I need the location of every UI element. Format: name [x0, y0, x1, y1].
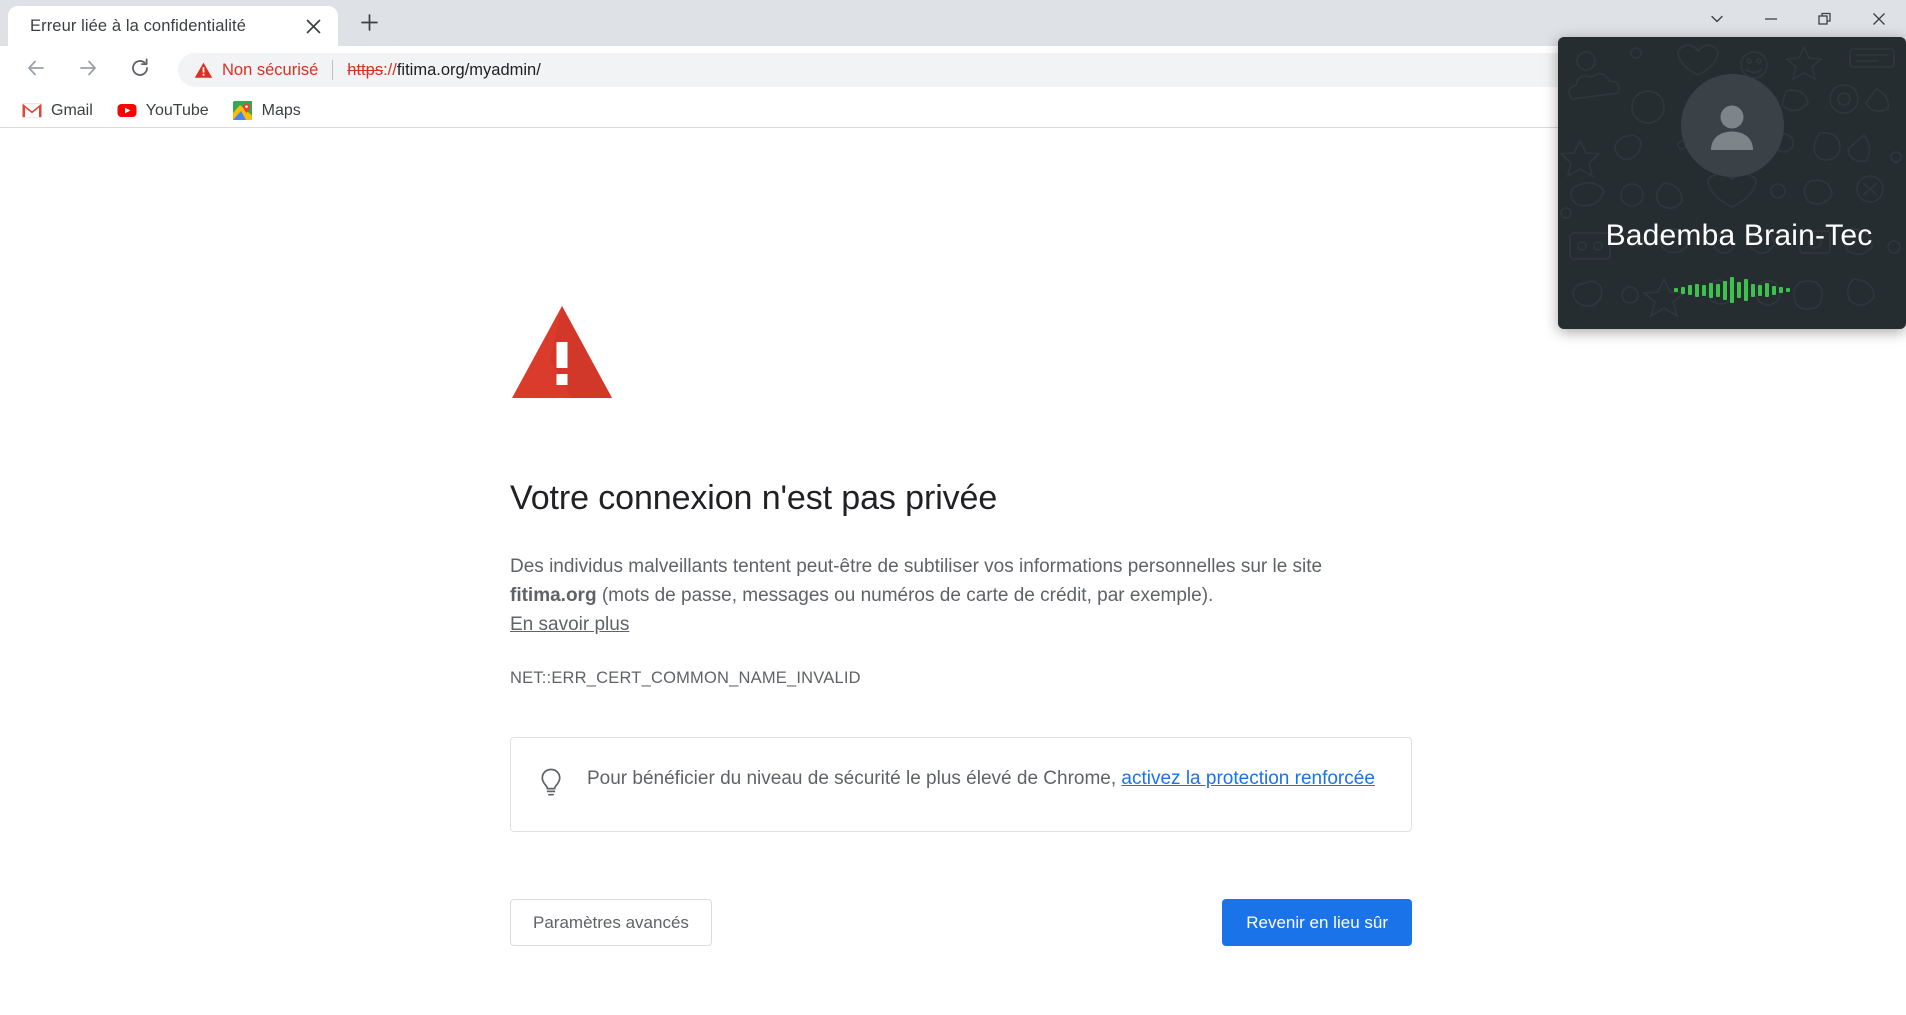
bookmark-gmail[interactable]: Gmail [12, 97, 103, 125]
learn-more-link[interactable]: En savoir plus [510, 614, 629, 636]
url-display: https://fitima.org/myadmin/ [347, 61, 541, 80]
ssl-interstitial: Votre connexion n'est pas privée Des ind… [510, 129, 1412, 947]
audio-waveform-icon [1674, 277, 1790, 303]
minimize-button[interactable] [1744, 0, 1798, 42]
bookmark-maps[interactable]: Maps [223, 97, 311, 125]
action-buttons: Paramètres avancés Revenir en lieu sûr [510, 899, 1412, 947]
forward-button[interactable] [68, 50, 108, 90]
callout-text-before: Pour bénéficier du niveau de sécurité le… [587, 768, 1122, 790]
enhanced-protection-link[interactable]: activez la protection renforcée [1121, 768, 1374, 789]
advanced-settings-button[interactable]: Paramètres avancés [510, 899, 712, 947]
restore-button[interactable] [1798, 0, 1852, 42]
close-icon[interactable] [300, 13, 326, 39]
reload-icon [129, 57, 151, 84]
bookmark-label: Maps [261, 101, 301, 119]
back-button[interactable] [16, 50, 56, 90]
warning-triangle-icon [510, 304, 1412, 405]
page-title: Votre connexion n'est pas privée [510, 479, 998, 517]
new-tab-button[interactable] [350, 6, 388, 44]
enhanced-protection-callout: Pour bénéficier du niveau de sécurité le… [510, 737, 1412, 833]
person-avatar-icon [1711, 105, 1753, 150]
warning-triangle-icon[interactable] [194, 61, 213, 80]
restore-icon [1817, 11, 1833, 32]
chevron-down-icon [1709, 11, 1725, 32]
description-before: Des individus malveillants tentent peut-… [510, 555, 1323, 577]
bookmark-youtube[interactable]: YouTube [107, 97, 219, 125]
arrow-right-icon [77, 57, 99, 84]
affected-domain: fitima.org [510, 584, 597, 606]
caller-name: Bademba Brain-Tec [1605, 219, 1873, 252]
call-overlay-content: Bademba Brain-Tec [1558, 37, 1906, 329]
google-maps-icon [233, 101, 253, 121]
error-description: Des individus malveillants tentent peut-… [510, 552, 1412, 611]
url-scheme: https [347, 60, 384, 79]
avatar [1680, 74, 1784, 177]
gmail-icon [22, 101, 42, 121]
omnibox-divider [332, 60, 334, 80]
window-controls [1690, 0, 1906, 42]
bookmark-label: YouTube [145, 101, 209, 119]
url-separator: :// [383, 60, 397, 79]
reload-button[interactable] [120, 50, 160, 90]
callout-text: Pour bénéficier du niveau de sécurité le… [587, 764, 1375, 793]
bookmark-label: Gmail [51, 101, 93, 119]
plus-icon [360, 14, 378, 36]
lightbulb-icon [539, 768, 563, 803]
description-after: (mots de passe, messages ou numéros de c… [596, 584, 1214, 606]
close-icon [1871, 11, 1887, 32]
minimize-icon [1763, 11, 1779, 32]
back-to-safety-button[interactable]: Revenir en lieu sûr [1222, 899, 1412, 947]
close-window-button[interactable] [1852, 0, 1906, 42]
video-call-overlay[interactable]: Bademba Brain-Tec [1558, 37, 1906, 329]
browser-tab[interactable]: Erreur liée à la confidentialité [8, 6, 338, 46]
tab-title: Erreur liée à la confidentialité [30, 16, 246, 35]
url-rest: fitima.org/myadmin/ [396, 60, 541, 79]
security-status-label: Non sécurisé [222, 60, 319, 79]
error-code: NET::ERR_CERT_COMMON_NAME_INVALID [510, 669, 861, 688]
arrow-left-icon [25, 57, 47, 84]
youtube-icon [117, 101, 137, 121]
tab-search-button[interactable] [1690, 0, 1744, 42]
